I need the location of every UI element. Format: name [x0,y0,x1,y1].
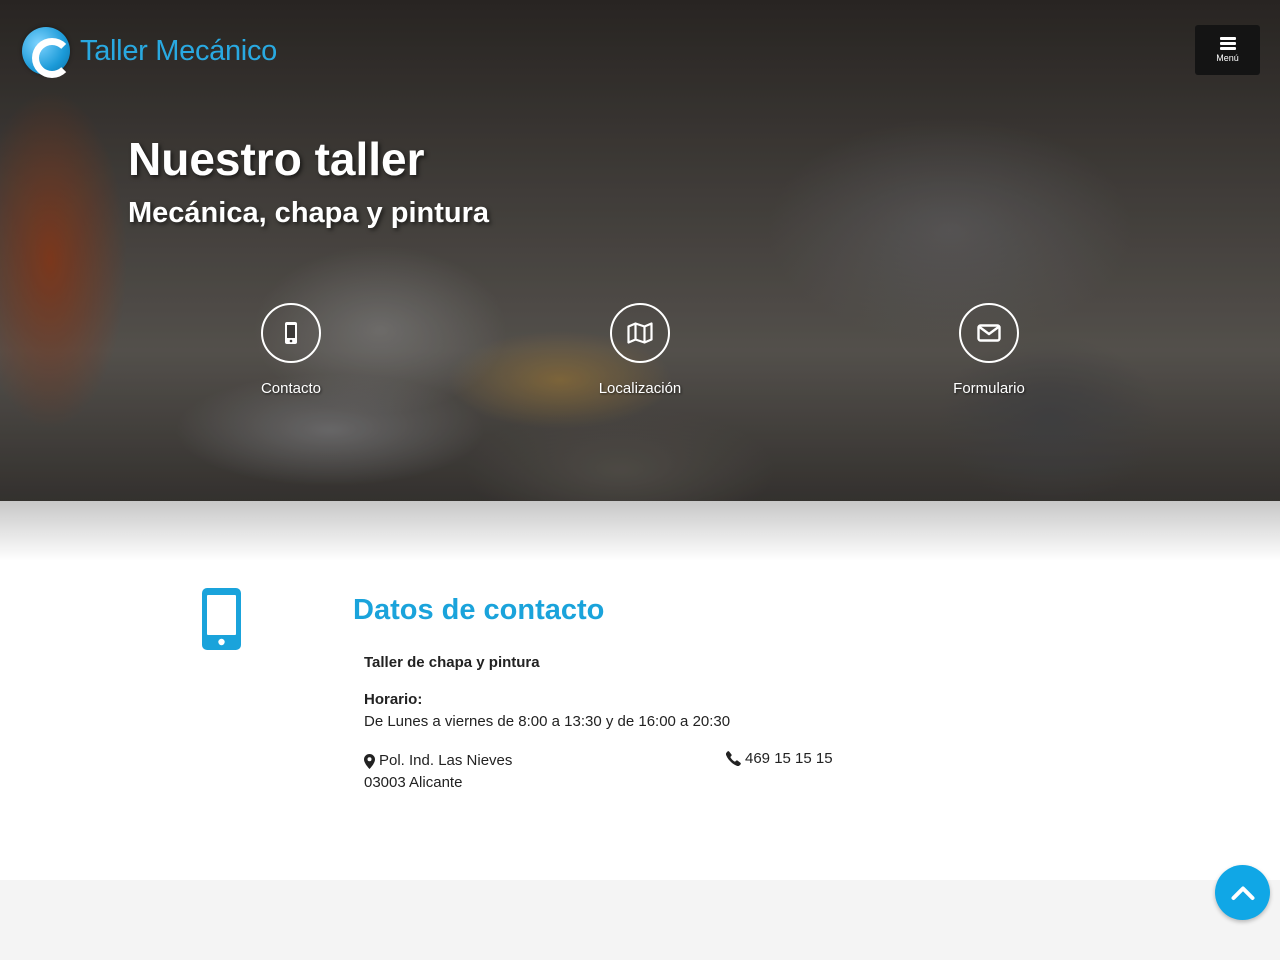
menu-label: Menú [1216,53,1239,63]
contacto-label: Contacto [260,380,322,397]
address: Pol. Ind. Las Nieves 03003 Alicante [364,750,512,794]
address-line-1: Pol. Ind. Las Nieves [379,752,513,769]
mobile-phone-icon [202,588,241,650]
section-title: Datos de contacto [353,594,605,626]
hero-subtitle: Mecánica, chapa y pintura [128,197,490,229]
opening-hours: De Lunes a viernes de 8:00 a 13:30 y de … [364,713,731,730]
localizacion-link[interactable]: Localización [560,303,720,397]
mobile-phone-icon [285,322,297,344]
chevron-up-icon [1231,886,1254,900]
localizacion-circle [610,303,670,363]
hamburger-icon [1219,37,1236,50]
formulario-label: Formulario [953,380,1025,397]
hours-label: Horario: [364,691,423,708]
hero-banner [0,0,1280,501]
map-icon [627,322,653,344]
phone-number[interactable]: 469 15 15 15 [726,750,833,767]
contacto-link[interactable]: Contacto [211,303,371,397]
map-marker-icon [364,753,375,769]
envelope-icon [977,324,1001,342]
scroll-to-top-button[interactable] [1215,865,1270,920]
brand-name: Taller Mecánico [80,34,277,67]
formulario-circle [959,303,1019,363]
formulario-link[interactable]: Formulario [909,303,1069,397]
footer-area [0,880,1280,960]
wrench-logo-icon [22,27,72,78]
localizacion-label: Localización [598,380,682,397]
menu-button[interactable]: Menú [1195,25,1260,75]
phone-icon [726,751,741,766]
address-line-2: 03003 Alicante [364,774,463,791]
phone-label: 469 15 15 15 [745,750,833,767]
business-name: Taller de chapa y pintura [364,654,540,671]
contacto-circle [261,303,321,363]
site-logo-link[interactable]: Taller Mecánico [22,27,277,78]
hero-title: Nuestro taller [128,133,425,185]
hero-shadow [0,501,1280,561]
